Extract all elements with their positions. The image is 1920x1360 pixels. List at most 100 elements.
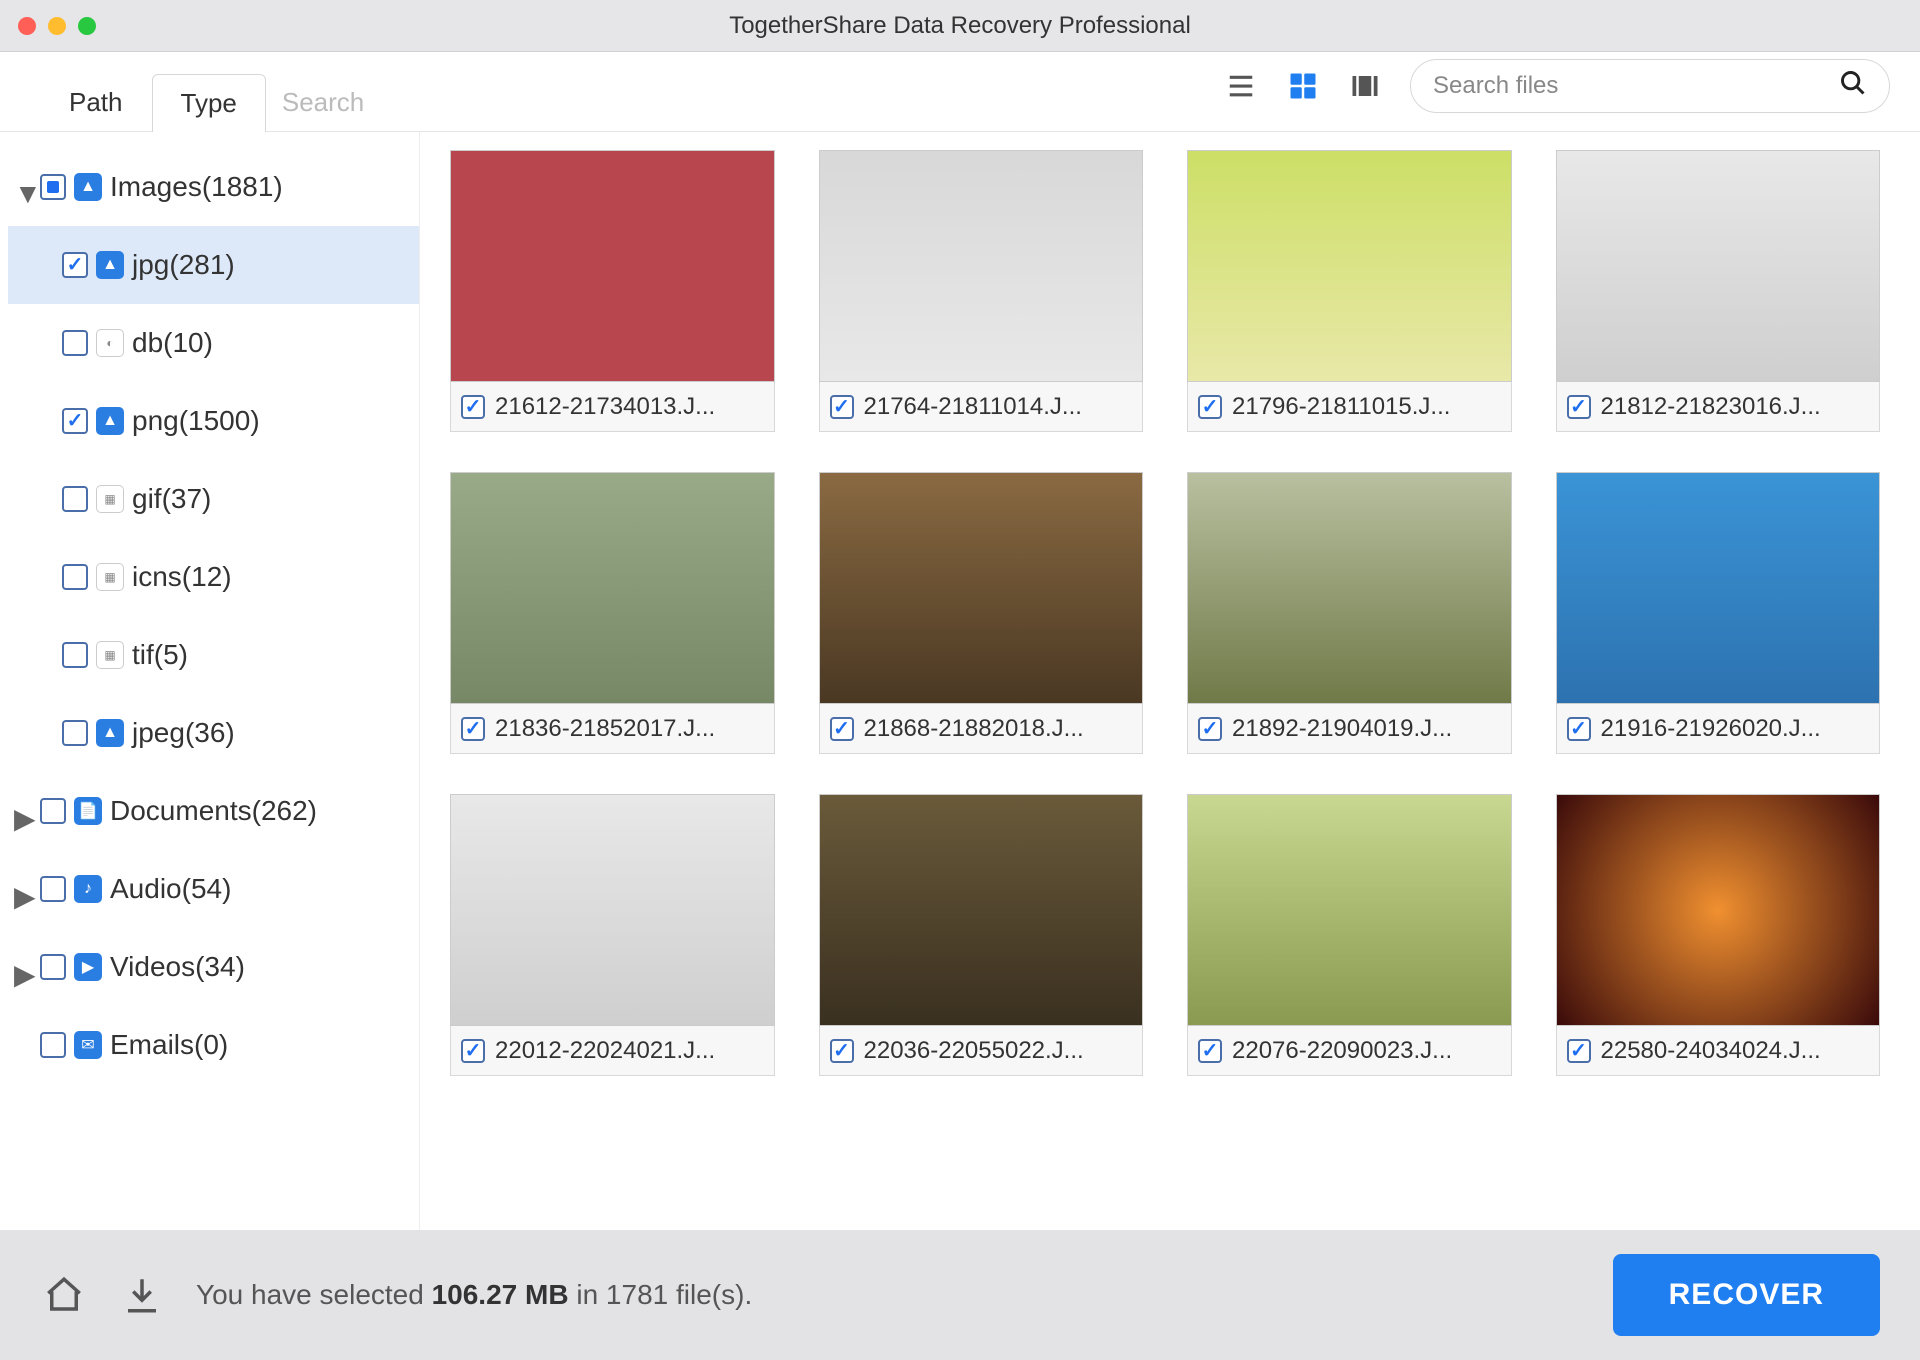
file-checkbox[interactable] <box>1567 717 1591 741</box>
file-checkbox[interactable] <box>461 1039 485 1063</box>
file-grid-area[interactable]: 21612-21734013.J... 21764-21811014.J... 21… <box>420 132 1920 1230</box>
search-files[interactable] <box>1410 59 1890 113</box>
status-prefix: You have selected <box>196 1279 432 1310</box>
tree-label: jpeg(36) <box>132 717 235 749</box>
file-name: 21796-21811015.J... <box>1232 393 1450 421</box>
file-tile[interactable]: 21916-21926020.J... <box>1556 472 1881 754</box>
footer: You have selected 106.27 MB in 1781 file… <box>0 1230 1920 1360</box>
file-thumbnail[interactable] <box>450 472 775 704</box>
file-checkbox[interactable] <box>1198 1039 1222 1063</box>
checkbox-videos[interactable] <box>40 954 66 980</box>
tree-audio[interactable]: ▶ ♪ Audio(54) <box>8 850 419 928</box>
content-area: ▼ ▲ Images(1881) ▲ jpg(281) ◐ db(10) ▲ p… <box>0 132 1920 1230</box>
file-tile[interactable]: 22076-22090023.J... <box>1187 794 1512 1076</box>
checkbox-db[interactable] <box>62 330 88 356</box>
file-tile[interactable]: 21612-21734013.J... <box>450 150 775 432</box>
tree-documents[interactable]: ▶ 📄 Documents(262) <box>8 772 419 850</box>
file-thumbnail[interactable] <box>819 794 1144 1026</box>
file-checkbox[interactable] <box>1567 395 1591 419</box>
file-checkbox[interactable] <box>830 395 854 419</box>
file-checkbox[interactable] <box>461 717 485 741</box>
tree-png[interactable]: ▲ png(1500) <box>8 382 419 460</box>
tree-jpg[interactable]: ▲ jpg(281) <box>8 226 419 304</box>
file-checkbox[interactable] <box>1567 1039 1591 1063</box>
tab-type[interactable]: Type <box>152 74 266 132</box>
file-thumbnail[interactable] <box>819 472 1144 704</box>
file-thumbnail[interactable] <box>1556 472 1881 704</box>
file-name: 22036-22055022.J... <box>864 1037 1084 1065</box>
file-tile[interactable]: 21836-21852017.J... <box>450 472 775 754</box>
window-title: TogetherShare Data Recovery Professional <box>0 12 1920 40</box>
tree-icns[interactable]: ▦ icns(12) <box>8 538 419 616</box>
grid-view-icon[interactable] <box>1286 69 1320 103</box>
file-tile[interactable]: 21892-21904019.J... <box>1187 472 1512 754</box>
checkbox-documents[interactable] <box>40 798 66 824</box>
list-view-icon[interactable] <box>1224 69 1258 103</box>
tree-label: png(1500) <box>132 405 260 437</box>
file-name: 22012-22024021.J... <box>495 1037 715 1065</box>
file-name: 21892-21904019.J... <box>1232 715 1452 743</box>
checkbox-icns[interactable] <box>62 564 88 590</box>
caret-right-icon: ▶ <box>14 958 32 976</box>
file-tile[interactable]: 22580-24034024.J... <box>1556 794 1881 1076</box>
file-thumbnail[interactable] <box>1187 472 1512 704</box>
file-checkbox[interactable] <box>830 717 854 741</box>
export-button[interactable] <box>118 1271 166 1319</box>
tab-path[interactable]: Path <box>40 73 152 131</box>
file-thumbnail[interactable] <box>450 150 775 382</box>
file-thumbnail[interactable] <box>1187 794 1512 1026</box>
home-button[interactable] <box>40 1271 88 1319</box>
file-checkbox[interactable] <box>1198 717 1222 741</box>
file-thumbnail[interactable] <box>819 150 1144 382</box>
file-tile[interactable]: 21764-21811014.J... <box>819 150 1144 432</box>
tree-tif[interactable]: ▦ tif(5) <box>8 616 419 694</box>
search-input[interactable] <box>1433 72 1827 100</box>
file-checkbox[interactable] <box>830 1039 854 1063</box>
column-view-icon[interactable] <box>1348 69 1382 103</box>
checkbox-tif[interactable] <box>62 642 88 668</box>
sidebar[interactable]: ▼ ▲ Images(1881) ▲ jpg(281) ◐ db(10) ▲ p… <box>0 132 420 1230</box>
file-tile[interactable]: 21868-21882018.J... <box>819 472 1144 754</box>
tree-label: jpg(281) <box>132 249 235 281</box>
checkbox-jpg[interactable] <box>62 252 88 278</box>
file-name: 21612-21734013.J... <box>495 393 715 421</box>
tree-gif[interactable]: ▦ gif(37) <box>8 460 419 538</box>
tree-emails[interactable]: ▶ ✉ Emails(0) <box>8 1006 419 1084</box>
file-tile[interactable]: 21796-21811015.J... <box>1187 150 1512 432</box>
file-tile[interactable]: 21812-21823016.J... <box>1556 150 1881 432</box>
file-thumbnail[interactable] <box>450 794 775 1026</box>
tif-icon: ▦ <box>96 641 124 669</box>
recover-button[interactable]: RECOVER <box>1613 1254 1880 1336</box>
tree-jpeg[interactable]: ▲ jpeg(36) <box>8 694 419 772</box>
file-tile[interactable]: 22012-22024021.J... <box>450 794 775 1076</box>
tree-db[interactable]: ◐ db(10) <box>8 304 419 382</box>
file-name: 22580-24034024.J... <box>1601 1037 1821 1065</box>
file-thumbnail[interactable] <box>1556 150 1881 382</box>
maximize-window-button[interactable] <box>78 17 96 35</box>
checkbox-png[interactable] <box>62 408 88 434</box>
file-thumbnail[interactable] <box>1187 150 1512 382</box>
close-window-button[interactable] <box>18 17 36 35</box>
tree-images[interactable]: ▼ ▲ Images(1881) <box>8 148 419 226</box>
checkbox-gif[interactable] <box>62 486 88 512</box>
tree-label: icns(12) <box>132 561 232 593</box>
tree-videos[interactable]: ▶ ▶ Videos(34) <box>8 928 419 1006</box>
checkbox-audio[interactable] <box>40 876 66 902</box>
file-tile[interactable]: 22036-22055022.J... <box>819 794 1144 1076</box>
checkbox-jpeg[interactable] <box>62 720 88 746</box>
file-checkbox[interactable] <box>1198 395 1222 419</box>
checkbox-emails[interactable] <box>40 1032 66 1058</box>
caret-right-icon: ▶ <box>14 802 32 820</box>
checkbox-images[interactable] <box>40 174 66 200</box>
file-thumbnail[interactable] <box>1556 794 1881 1026</box>
caret-down-icon: ▼ <box>14 178 32 196</box>
file-caption: 22580-24034024.J... <box>1556 1026 1881 1076</box>
file-name: 22076-22090023.J... <box>1232 1037 1452 1065</box>
tree-label: Videos(34) <box>110 951 245 983</box>
file-caption: 21764-21811014.J... <box>819 382 1144 432</box>
titlebar: TogetherShare Data Recovery Professional <box>0 0 1920 52</box>
status-size: 106.27 MB <box>432 1279 569 1310</box>
minimize-window-button[interactable] <box>48 17 66 35</box>
file-checkbox[interactable] <box>461 395 485 419</box>
tab-search-input[interactable]: Search <box>266 73 380 131</box>
